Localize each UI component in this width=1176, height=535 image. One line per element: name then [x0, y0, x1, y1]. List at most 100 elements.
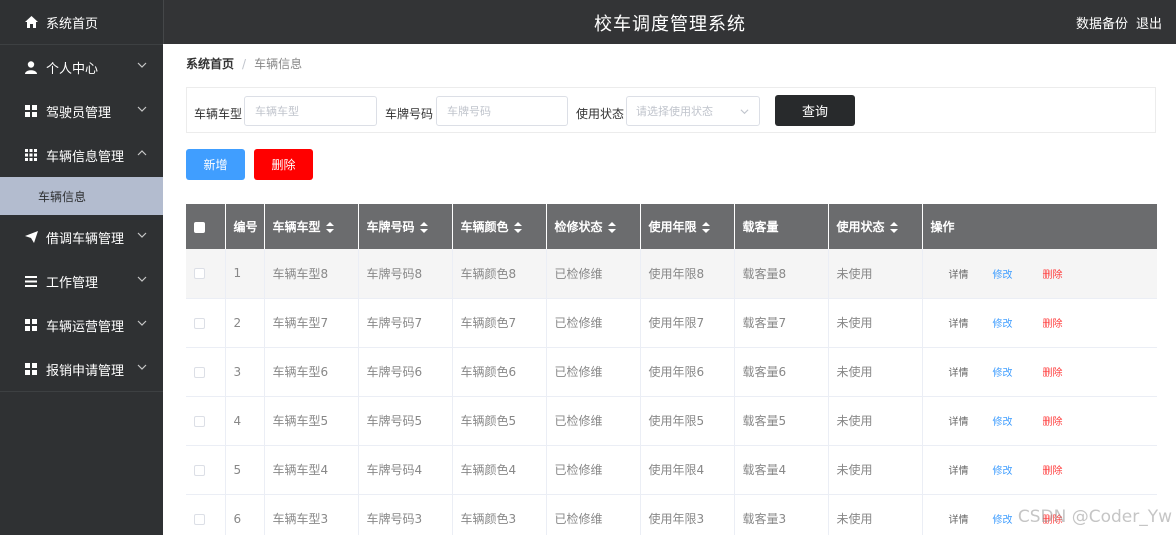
- sidebar-item-personal-center[interactable]: 个人中心: [0, 45, 163, 89]
- row-checkbox[interactable]: [194, 366, 205, 378]
- row-edit-button[interactable]: 修改: [993, 266, 1013, 281]
- cell-type: 车辆车型7: [264, 298, 359, 348]
- row-checkbox[interactable]: [194, 513, 205, 525]
- usage-status-placeholder: 请选择使用状态: [636, 105, 713, 118]
- sort-icon[interactable]: [513, 222, 522, 233]
- table-row: 5 车辆车型4 车牌号码4 车辆颜色4 已检修维 使用年限4 载客量4 未使用 详情 修改 删除: [186, 445, 1157, 495]
- app-root: 系统首页 个人中心 驾驶员管理 车辆信息管理 车辆信息 借调车辆管理 工作管理 …: [0, 0, 1176, 535]
- sort-icon[interactable]: [419, 222, 428, 233]
- sort-icon[interactable]: [701, 222, 710, 233]
- sidebar-item-work-management[interactable]: 工作管理: [0, 259, 163, 303]
- cell-inspect: 已检修维: [546, 396, 641, 446]
- home-icon: [24, 15, 38, 29]
- user-icon: [24, 60, 38, 74]
- row-edit-button[interactable]: 修改: [993, 413, 1013, 428]
- cell-plate: 车牌号码5: [358, 396, 453, 446]
- row-select-cell: [186, 396, 226, 446]
- sidebar-item-home[interactable]: 系统首页: [0, 0, 163, 44]
- row-detail-button[interactable]: 详情: [949, 511, 969, 526]
- sort-icon[interactable]: [325, 222, 334, 233]
- cell-plate: 车牌号码4: [358, 445, 453, 495]
- table-row: 6 车辆车型3 车牌号码3 车辆颜色3 已检修维 使用年限3 载客量3 未使用 详情 修改 删除: [186, 494, 1157, 535]
- col-header-label: 车辆颜色: [460, 220, 509, 234]
- select-all-cell: [186, 204, 226, 249]
- chevron-down-icon: [740, 109, 749, 115]
- row-checkbox[interactable]: [194, 464, 205, 476]
- row-detail-button[interactable]: 详情: [949, 364, 969, 379]
- col-header-color[interactable]: 车辆颜色: [452, 204, 547, 249]
- row-select-cell: [186, 298, 226, 348]
- row-delete-button[interactable]: 删除: [1043, 413, 1063, 428]
- cell-capacity: 载客量7: [734, 298, 829, 348]
- row-delete-button[interactable]: 删除: [1043, 364, 1063, 379]
- sidebar-item-reimbursement-management[interactable]: 报销申请管理: [0, 347, 163, 391]
- row-edit-button[interactable]: 修改: [993, 364, 1013, 379]
- row-checkbox[interactable]: [194, 268, 205, 280]
- logout-link[interactable]: 退出: [1136, 13, 1162, 32]
- sidebar-item-driver-management[interactable]: 驾驶员管理: [0, 89, 163, 133]
- sidebar-item-borrow-vehicle-management[interactable]: 借调车辆管理: [0, 215, 163, 259]
- col-header-years[interactable]: 使用年限: [640, 204, 735, 249]
- row-delete-button[interactable]: 删除: [1043, 462, 1063, 477]
- col-header-type[interactable]: 车辆车型: [264, 204, 359, 249]
- row-detail-button[interactable]: 详情: [949, 315, 969, 330]
- row-checkbox[interactable]: [194, 415, 205, 427]
- select-all-checkbox[interactable]: [194, 221, 205, 233]
- cell-ops: 详情 修改 删除: [922, 347, 1157, 397]
- sidebar-item-vehicle-info-management[interactable]: 车辆信息管理: [0, 133, 163, 177]
- usage-status-select[interactable]: 请选择使用状态: [626, 96, 760, 126]
- row-delete-button[interactable]: 删除: [1043, 266, 1063, 281]
- table-row: 3 车辆车型6 车牌号码6 车辆颜色6 已检修维 使用年限6 载客量6 未使用 详情 修改 删除: [186, 347, 1157, 397]
- cell-years: 使用年限7: [640, 298, 735, 348]
- sidebar-item-vehicle-operation-management[interactable]: 车辆运营管理: [0, 303, 163, 347]
- cell-ops: 详情 修改 删除: [922, 249, 1157, 299]
- row-select-cell: [186, 445, 226, 495]
- usage-status-label: 使用状态: [576, 107, 625, 121]
- chevron-up-icon: [137, 150, 147, 156]
- data-backup-link[interactable]: 数据备份: [1076, 13, 1128, 32]
- cell-no: 6: [225, 494, 265, 535]
- row-detail-button[interactable]: 详情: [949, 266, 969, 281]
- row-checkbox[interactable]: [194, 317, 205, 329]
- cell-capacity: 载客量6: [734, 347, 829, 397]
- row-delete-button[interactable]: 删除: [1043, 315, 1063, 330]
- chevron-down-icon: [137, 232, 147, 238]
- cell-no: 2: [225, 298, 265, 348]
- sidebar-item-label: 系统首页: [46, 16, 99, 32]
- cell-years: 使用年限3: [640, 494, 735, 535]
- vehicle-type-input[interactable]: [244, 96, 377, 126]
- cell-color: 车辆颜色3: [452, 494, 547, 535]
- col-header-plate[interactable]: 车牌号码: [358, 204, 453, 249]
- sidebar-item-label: 报销申请管理: [46, 363, 125, 379]
- col-header-status[interactable]: 使用状态: [828, 204, 923, 249]
- row-edit-button[interactable]: 修改: [993, 511, 1013, 526]
- row-detail-button[interactable]: 详情: [949, 413, 969, 428]
- row-edit-button[interactable]: 修改: [993, 315, 1013, 330]
- cell-color: 车辆颜色8: [452, 249, 547, 299]
- sort-icon[interactable]: [889, 222, 898, 233]
- divider: [0, 391, 163, 392]
- cell-status: 未使用: [828, 396, 923, 446]
- sidebar-item-label: 借调车辆管理: [46, 231, 125, 247]
- cell-type: 车辆车型8: [264, 249, 359, 299]
- row-delete-button[interactable]: 删除: [1043, 511, 1063, 526]
- grid-icon: [24, 104, 38, 118]
- row-detail-button[interactable]: 详情: [949, 462, 969, 477]
- cell-status: 未使用: [828, 347, 923, 397]
- plate-number-input[interactable]: [436, 96, 568, 126]
- breadcrumb-home[interactable]: 系统首页: [186, 55, 234, 72]
- list-icon: [24, 274, 38, 288]
- batch-delete-button[interactable]: 删除: [254, 149, 313, 180]
- query-button[interactable]: 查询: [775, 95, 855, 126]
- col-header-label: 检修状态: [554, 220, 603, 234]
- cell-type: 车辆车型6: [264, 347, 359, 397]
- chevron-down-icon: [137, 62, 147, 68]
- col-header-inspect[interactable]: 检修状态: [546, 204, 641, 249]
- sidebar-subitem-vehicle-info[interactable]: 车辆信息: [0, 177, 163, 215]
- cell-type: 车辆车型5: [264, 396, 359, 446]
- sort-icon[interactable]: [607, 222, 616, 233]
- row-edit-button[interactable]: 修改: [993, 462, 1013, 477]
- breadcrumb-current: 车辆信息: [254, 57, 303, 71]
- vehicle-table: 编号 车辆车型 车牌号码 车辆颜色 检修状态 使用年限 载客量 使用状态 操作 …: [186, 204, 1157, 535]
- add-button[interactable]: 新增: [186, 149, 245, 180]
